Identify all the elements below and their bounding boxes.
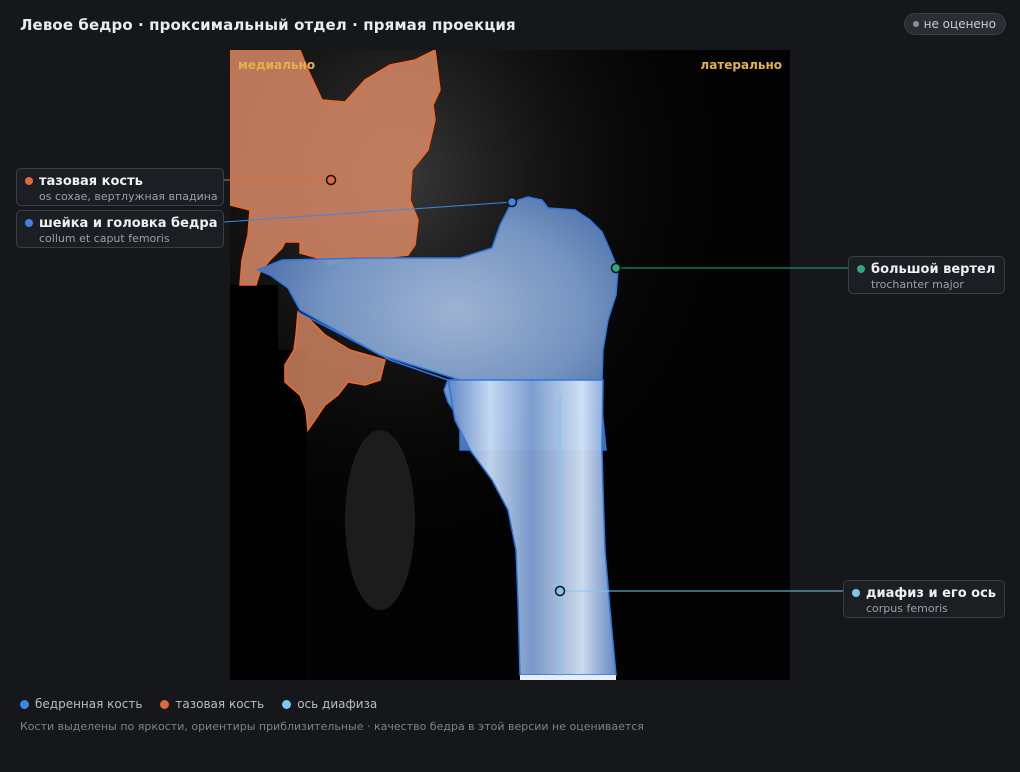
legend-label: бедренная кость [35,697,143,711]
footnote: Кости выделены по яркости, ориентиры при… [20,720,644,733]
soft-tissue-shadow [345,430,415,610]
callout-femoral-neck[interactable]: шейка и головка бедра collum et caput fe… [16,210,224,248]
status-badge-label: не оценено [923,17,996,31]
page-title: Левое бедро · проксимальный отдел · прям… [20,16,516,34]
film-edge [520,675,616,680]
callout-pelvis-latin: os coxae, вертлужная впадина [39,190,218,203]
callout-shaft-latin: corpus femoris [866,602,948,615]
trochanter-color-dot [857,265,865,273]
callout-trochanter-name: большой вертел [871,262,996,277]
callout-neck-latin: collum et caput femoris [39,232,170,245]
xray-image [230,50,790,680]
legend-item-femur: бедренная кость [20,697,142,711]
legend-item-pelvis: тазовая кость [160,697,264,711]
callout-trochanter[interactable]: большой вертел trochanter major [848,256,1005,294]
lateral-side-label: латерально [700,58,782,72]
legend: бедренная кость тазовая кость ось диафиз… [20,697,377,711]
callout-pelvis-name: тазовая кость [39,174,143,189]
pelvis-legend-dot [160,699,170,709]
status-dot-icon [912,21,919,27]
callout-shaft-name: диафиз и его ось [866,586,997,601]
callout-shaft[interactable]: диафиз и его ось corpus femoris [843,580,1005,618]
callout-trochanter-latin: trochanter major [871,278,964,291]
axis-legend-dot [282,699,292,709]
medial-side-label: медиально [238,58,316,72]
cropped-region [230,285,278,680]
pelvis-color-dot [25,177,33,185]
callout-neck-name: шейка и головка бедра [39,216,218,231]
xray-viewer[interactable]: медиально латерально [230,50,790,680]
legend-label: ось диафиза [297,697,378,711]
femur-legend-dot [20,699,29,709]
legend-label: тазовая кость [175,697,265,711]
callout-pelvis[interactable]: тазовая кость os coxae, вертлужная впади… [16,168,224,206]
shaft-color-dot [852,589,860,597]
legend-item-axis: ось диафиза [282,697,377,711]
status-badge: не оценено [903,13,1006,35]
neck-color-dot [25,219,33,227]
